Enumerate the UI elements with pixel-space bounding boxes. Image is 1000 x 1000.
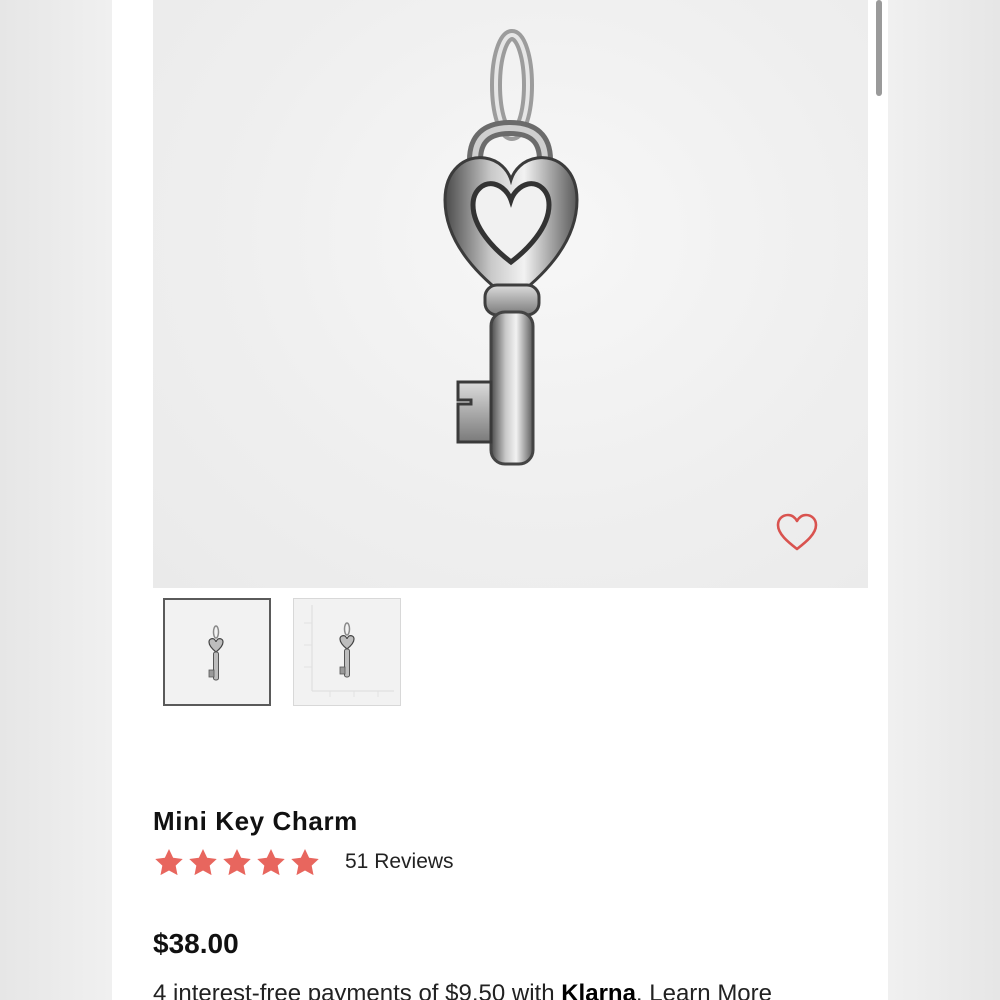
product-title: Mini Key Charm <box>153 806 358 836</box>
page-margin-right <box>888 0 1000 1000</box>
star-icon <box>189 849 217 876</box>
financing-separator: . <box>635 980 650 1000</box>
product-page: Mini Key Charm 51 Reviews $38.00 4 inter… <box>112 0 888 1000</box>
product-price: $38.00 <box>153 928 239 959</box>
thumbnail-product-photo[interactable] <box>163 598 271 706</box>
page-margin-left <box>0 0 112 1000</box>
financing-text: 4 interest-free payments of $9.50 with <box>153 980 562 1000</box>
favorite-button[interactable] <box>774 512 820 554</box>
star-icon <box>257 849 285 876</box>
star-rating[interactable] <box>153 847 321 881</box>
star-icon <box>291 849 319 876</box>
size-chart-thumbnail-image <box>304 605 394 697</box>
scrollbar-thumb[interactable] <box>876 0 882 96</box>
learn-more-link[interactable]: Learn More <box>649 980 772 1000</box>
key-charm-image <box>443 29 579 466</box>
star-icon <box>223 849 251 876</box>
star-icon <box>155 849 183 876</box>
financing-message: 4 interest-free payments of $9.50 with K… <box>153 980 772 1000</box>
product-main-image[interactable] <box>153 0 868 588</box>
key-thumbnail-image <box>208 625 224 681</box>
reviews-link[interactable]: 51 Reviews <box>345 850 454 874</box>
thumbnail-size-chart[interactable] <box>293 598 401 706</box>
klarna-logo: Klarna <box>561 980 636 1000</box>
heart-outline-icon <box>776 513 818 551</box>
